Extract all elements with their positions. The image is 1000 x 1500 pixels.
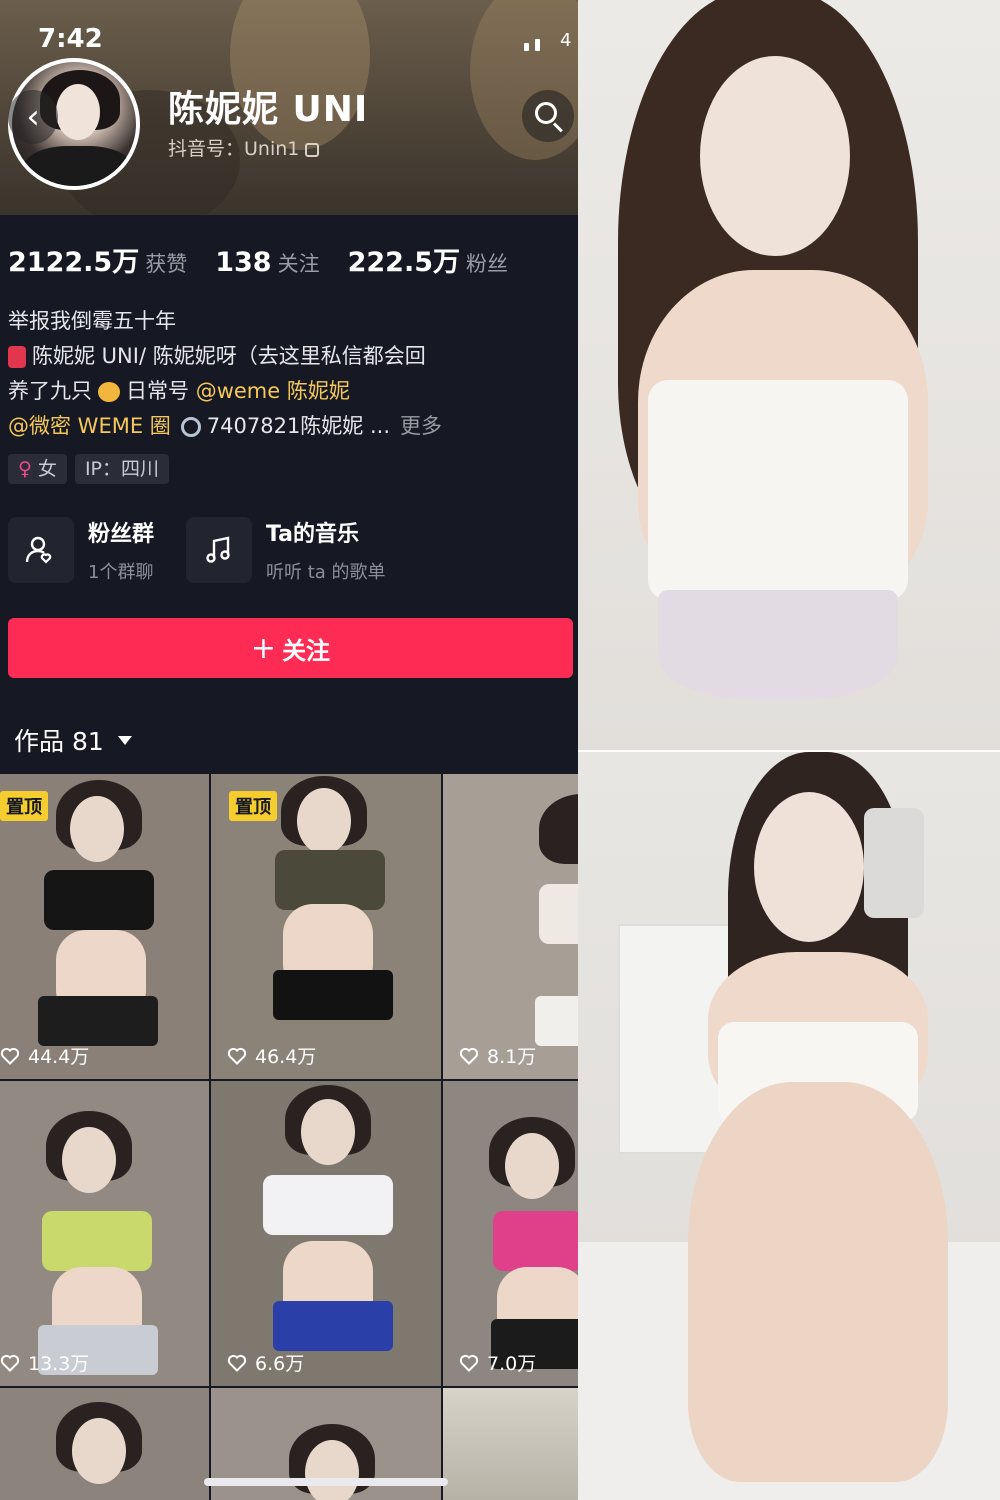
stat-following[interactable]: 138 关注 — [215, 247, 319, 278]
video-tile[interactable]: 13.3万 — [0, 1081, 209, 1386]
profile-name: 陈妮妮 UNI — [168, 89, 369, 130]
heart-icon — [459, 1354, 479, 1372]
profile-header-banner: 7:42 4 ‹ 陈妮妮 UNI 抖音号：Unin1 — [0, 0, 578, 215]
signal-icon — [524, 43, 529, 51]
photo-bottom — [578, 752, 1000, 1500]
caret-down-icon — [117, 735, 132, 745]
video-tile[interactable]: 6.6万 — [211, 1081, 441, 1386]
home-indicator — [204, 1478, 448, 1486]
status-bar-right: 4 — [524, 30, 571, 51]
profile-tags: ♀ 女 IP：四川 — [8, 454, 169, 484]
magnifier-emoji-icon — [180, 417, 201, 437]
video-tile[interactable]: 置顶 46.4万 — [211, 774, 441, 1079]
search-button[interactable] — [522, 90, 574, 142]
profile-stats: 2122.5万 获赞 138 关注 222.5万 粉丝 — [8, 240, 508, 279]
status-time: 7:42 — [38, 24, 103, 54]
cat-emoji-icon — [98, 382, 120, 402]
video-tile[interactable] — [443, 1388, 578, 1500]
ip-location-tag: IP：四川 — [74, 454, 169, 484]
profile-feature-cards: 粉丝群 1个群聊 Ta的音乐 听听 ta 的歌单 — [8, 516, 386, 584]
heart-icon — [0, 1047, 20, 1065]
heart-icon — [459, 1047, 479, 1065]
bio-mention-weme[interactable]: @weme 陈妮妮 — [196, 379, 350, 403]
stat-likes[interactable]: 2122.5万 获赞 — [8, 240, 187, 279]
fan-group-card[interactable]: 粉丝群 1个群聊 — [8, 516, 154, 584]
photo-top — [578, 0, 1000, 750]
bio-more-link[interactable]: 更多 — [400, 414, 442, 438]
back-button[interactable]: ‹ — [8, 90, 58, 144]
bio-line-4: @微密 WEME 圈 7407821陈妮妮 ... 更多 — [8, 414, 443, 438]
group-icon — [8, 517, 74, 583]
music-note-icon — [186, 517, 253, 583]
bio-mention-weme-circle[interactable]: @微密 WEME 圈 — [8, 414, 171, 438]
video-tile[interactable]: 8.1万 — [443, 774, 578, 1079]
pinned-badge: 置顶 — [229, 791, 277, 821]
copy-icon[interactable] — [305, 142, 320, 157]
video-likes: 6.6万 — [227, 1349, 304, 1376]
follow-button[interactable]: + 关注 — [8, 618, 573, 678]
bio-line-1: 举报我倒霉五十年 — [8, 309, 176, 333]
video-tile[interactable]: 7.0万 — [443, 1081, 578, 1386]
douyin-id-text: 抖音号：Unin1 — [168, 138, 300, 160]
dress-emoji-icon — [8, 346, 26, 368]
video-likes: 46.4万 — [227, 1042, 316, 1069]
pinned-badge: 置顶 — [0, 791, 48, 821]
bio-line-2: 陈妮妮 UNI/ 陈妮妮呀（去这里私信都会回 — [8, 339, 574, 374]
video-likes: 8.1万 — [459, 1042, 536, 1069]
chevron-left-icon: ‹ — [26, 97, 40, 137]
heart-icon — [227, 1354, 247, 1372]
video-likes: 44.4万 — [0, 1042, 89, 1069]
gender-tag: ♀ 女 — [8, 454, 67, 484]
female-icon: ♀ — [18, 458, 32, 480]
heart-icon — [227, 1047, 247, 1065]
video-likes: 7.0万 — [459, 1349, 536, 1376]
bio-line-3: 养了九只 日常号 @weme 陈妮妮 — [8, 379, 350, 403]
video-tile[interactable] — [0, 1388, 209, 1500]
plus-icon: + — [250, 630, 277, 666]
video-tile[interactable]: 置顶 44.4万 — [0, 774, 209, 1079]
douyin-id[interactable]: 抖音号：Unin1 — [168, 134, 320, 161]
stat-followers[interactable]: 222.5万 粉丝 — [348, 240, 508, 279]
profile-bio: 举报我倒霉五十年 陈妮妮 UNI/ 陈妮妮呀（去这里私信都会回 养了九只 日常号 … — [8, 304, 574, 444]
profile-screen: 7:42 4 ‹ 陈妮妮 UNI 抖音号：Unin1 2122.5万 获赞 138… — [0, 0, 578, 1500]
battery-level: 4 — [560, 30, 572, 51]
heart-icon — [0, 1354, 20, 1372]
video-likes: 13.3万 — [0, 1349, 89, 1376]
works-tab[interactable]: 作品 81 — [14, 722, 132, 758]
music-card[interactable]: Ta的音乐 听听 ta 的歌单 — [186, 516, 386, 584]
